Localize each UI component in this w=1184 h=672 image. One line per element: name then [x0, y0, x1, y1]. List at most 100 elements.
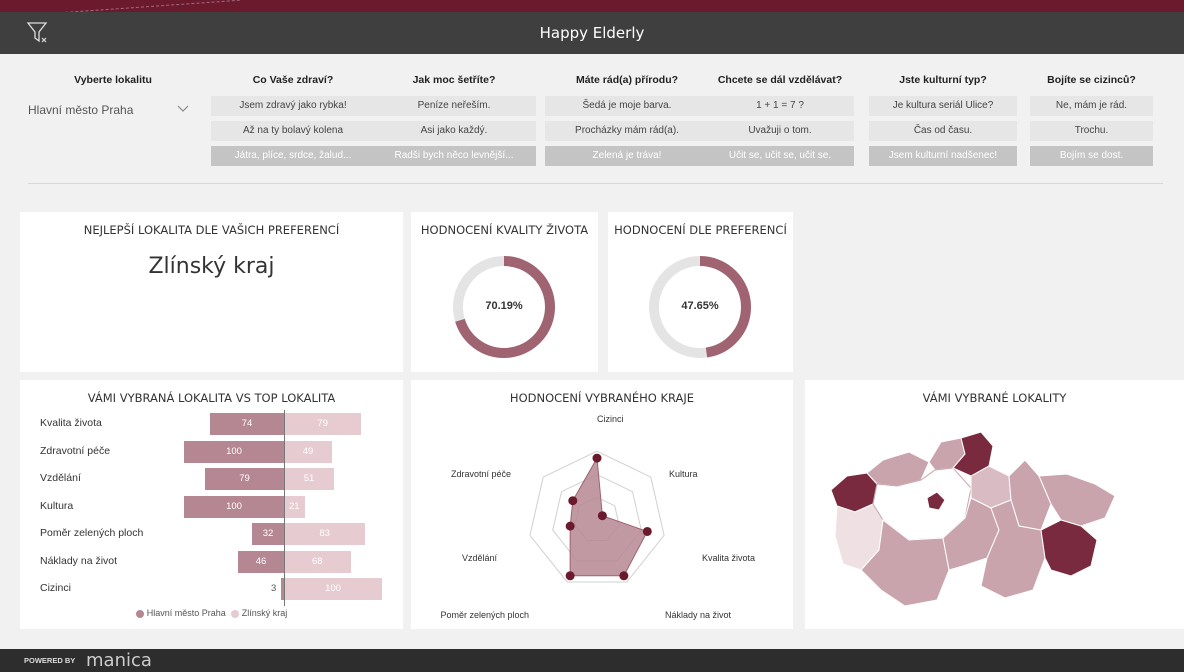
location-slicer-header: Vyberte lokalitu [74, 74, 152, 86]
region-zlinsky[interactable] [1040, 519, 1098, 577]
slicer-header: Máte rád(a) přírodu? [575, 74, 679, 86]
slicer-option[interactable]: Je kultura seriál Ulice? [869, 96, 1017, 116]
comparison-bar-left: 46 [238, 550, 284, 573]
comparison-row-label: Kvalita života [40, 417, 102, 429]
app-title: Happy Elderly [539, 24, 645, 42]
comparison-bar-right: 51 [284, 468, 334, 490]
location-dropdown-value: Hlavní město Praha [28, 103, 134, 117]
preference-gauge-value: 47.65% [681, 300, 719, 312]
slicer-option[interactable]: Játra, plíce, srdce, žalud... [211, 146, 375, 166]
radar-point[interactable] [642, 526, 652, 536]
legend-swatch [230, 609, 239, 618]
comparison-bar-right: 21 [284, 495, 305, 518]
slicer-option[interactable]: Jsem kulturní nadšenec! [869, 146, 1017, 166]
slicer-option[interactable]: Uvažuji o tom. [706, 121, 854, 141]
comparison-row-label: Kultura [40, 499, 74, 512]
powered-by-label: POWERED BY [24, 656, 76, 665]
comparison-bar-left: 100 [184, 440, 284, 463]
slicer-option[interactable]: Peníze neřeším. [372, 96, 536, 116]
radar-axis-label: Poměr zelených ploch [440, 610, 529, 620]
best-location-card: NEJLEPŠÍ LOKALITA DLE VAŠICH PREFERENCÍ … [20, 212, 403, 372]
slicer-option[interactable]: Trochu. [1030, 121, 1153, 141]
title-bar: Happy Elderly [0, 12, 1184, 54]
comparison-bar-right: 83 [284, 523, 366, 545]
radar-point[interactable] [565, 521, 575, 531]
preference-gauge-title: HODNOCENÍ DLE PREFERENCÍ [614, 223, 787, 237]
map-card: VÁMI VYBRANÉ LOKALITY [805, 380, 1184, 629]
radar-chart: Cizinci Kultura Kvalita života Náklady na ž… [440, 414, 755, 620]
slicer-option[interactable]: Až na ty bolavý kolena [211, 121, 375, 141]
slicer-header: Jak moc šetříte? [412, 74, 496, 86]
radar-axis-label: Náklady na život [665, 610, 732, 620]
slicer-header: Chcete se dál vzdělávat? [717, 74, 843, 86]
comparison-row-label: Zdravotní péče [40, 444, 111, 457]
best-location-value: Zlínský kraj [148, 254, 275, 279]
slicer-1: Co Vaše zdraví? Jsem zdravý jako rybka! Až… [211, 74, 375, 166]
preference-gauge-card: HODNOCENÍ DLE PREFERENCÍ 47.65% [608, 212, 793, 372]
location-slicer: Vyberte lokalitu [28, 74, 198, 90]
czech-map[interactable] [805, 380, 1184, 629]
slicer-option[interactable]: Procházky mám rád(a). [545, 121, 709, 141]
slicer-option[interactable]: Učit se, učit se, učit se. [706, 146, 854, 166]
comparison-bar-left: 74 [210, 413, 284, 435]
region-moravskoslezsky[interactable] [1038, 473, 1116, 527]
comparison-bar-right: 79 [284, 413, 362, 435]
slicer-option[interactable]: Radši bych něco levnější... [372, 146, 536, 166]
chevron-down-icon [177, 105, 189, 112]
slicer-option[interactable]: Jsem zdravý jako rybka! [211, 96, 375, 116]
radar-area [569, 456, 649, 577]
slicer-4: Chcete se dál vzdělávat? 1 + 1 = 7 ? Uvažu… [706, 74, 854, 166]
comparison-row-label: Poměr zelených ploch [40, 527, 144, 539]
comparison-axis [284, 410, 285, 606]
comparison-bar-right: 100 [284, 578, 382, 600]
comparison-bar-right: 68 [284, 550, 351, 573]
slicer-header: Co Vaše zdraví? [252, 74, 334, 86]
slicer-option[interactable]: Ne, mám je rád. [1030, 96, 1153, 116]
slicer-2: Jak moc šetříte? Peníze neřeším. Asi jako … [372, 74, 536, 166]
footer: POWERED BY manica [0, 649, 1184, 672]
radar-axis-label: Vzdělání [462, 553, 498, 563]
location-dropdown[interactable]: Hlavní město Praha [28, 99, 198, 121]
slicer-option[interactable]: Zelená je tráva! [545, 146, 709, 166]
radar-point[interactable] [592, 453, 602, 463]
slicer-3: Máte rád(a) přírodu? Šedá je moje barva. P… [545, 74, 709, 166]
radar-axis-label: Kvalita života [702, 553, 755, 563]
quality-gauge-title: HODNOCENÍ KVALITY ŽIVOTA [420, 223, 589, 237]
comparison-legend: Hlavní město Praha Zlínský kraj [20, 608, 403, 618]
slicer-header: Bojíte se cizinců? [1047, 74, 1136, 86]
comparison-title: VÁMI VYBRANÁ LOKALITA VS TOP LOKALITA [87, 391, 336, 405]
slicer-option[interactable]: Bojím se dost. [1030, 146, 1153, 166]
radar-point[interactable] [619, 571, 629, 581]
radar-point[interactable] [597, 511, 607, 521]
comparison-card: VÁMI VYBRANÁ LOKALITA VS TOP LOKALITA Kv… [20, 380, 403, 629]
slicer-option[interactable]: Čas od času. [869, 121, 1017, 141]
radar-axis-label: Cizinci [597, 414, 624, 424]
comparison-bar-left: 32 [252, 523, 284, 545]
comparison-bar-left: 100 [184, 495, 284, 518]
comparison-bar-left: 79 [205, 468, 284, 490]
dashboard: Vyberte lokalitu Hlavní město Praha Co V… [0, 54, 1184, 649]
radar-axis-label: Zdravotní péče [451, 469, 511, 479]
slicer-5: Jste kulturní typ? Je kultura seriál Ulic… [869, 74, 1017, 166]
slicer-6: Bojíte se cizinců? Ne, mám je rád. Trochu.… [1030, 74, 1153, 166]
slicer-option[interactable]: Šedá je moje barva. [545, 96, 709, 116]
divider [28, 183, 1163, 184]
slicer-option[interactable]: 1 + 1 = 7 ? [706, 96, 854, 116]
legend-item: Hlavní město Praha [146, 608, 226, 618]
slicer-option[interactable]: Asi jako každý. [372, 121, 536, 141]
comparison-row-label: Náklady na život [40, 554, 118, 567]
legend-item: Zlínský kraj [241, 608, 288, 618]
radar-card: HODNOCENÍ VYBRANÉHO KRAJE Cizinci Kultura… [411, 380, 793, 629]
comparison-row-label: Vzdělání [40, 472, 81, 484]
radar-axis-label: Kultura [669, 469, 698, 479]
quality-gauge-value: 70.19% [485, 300, 523, 312]
comparison-bar-right: 49 [284, 440, 333, 463]
best-location-title: NEJLEPŠÍ LOKALITA DLE VAŠICH PREFERENCÍ [83, 223, 340, 237]
radar-point[interactable] [565, 571, 575, 581]
radar-point[interactable] [568, 496, 578, 506]
legend-swatch [135, 609, 144, 618]
slicer-header: Jste kulturní typ? [899, 74, 987, 86]
comparison-row-label: Cizinci [40, 582, 71, 594]
brand-logo: manica [86, 650, 152, 671]
quality-gauge-card: HODNOCENÍ KVALITY ŽIVOTA 70.19% [411, 212, 598, 372]
